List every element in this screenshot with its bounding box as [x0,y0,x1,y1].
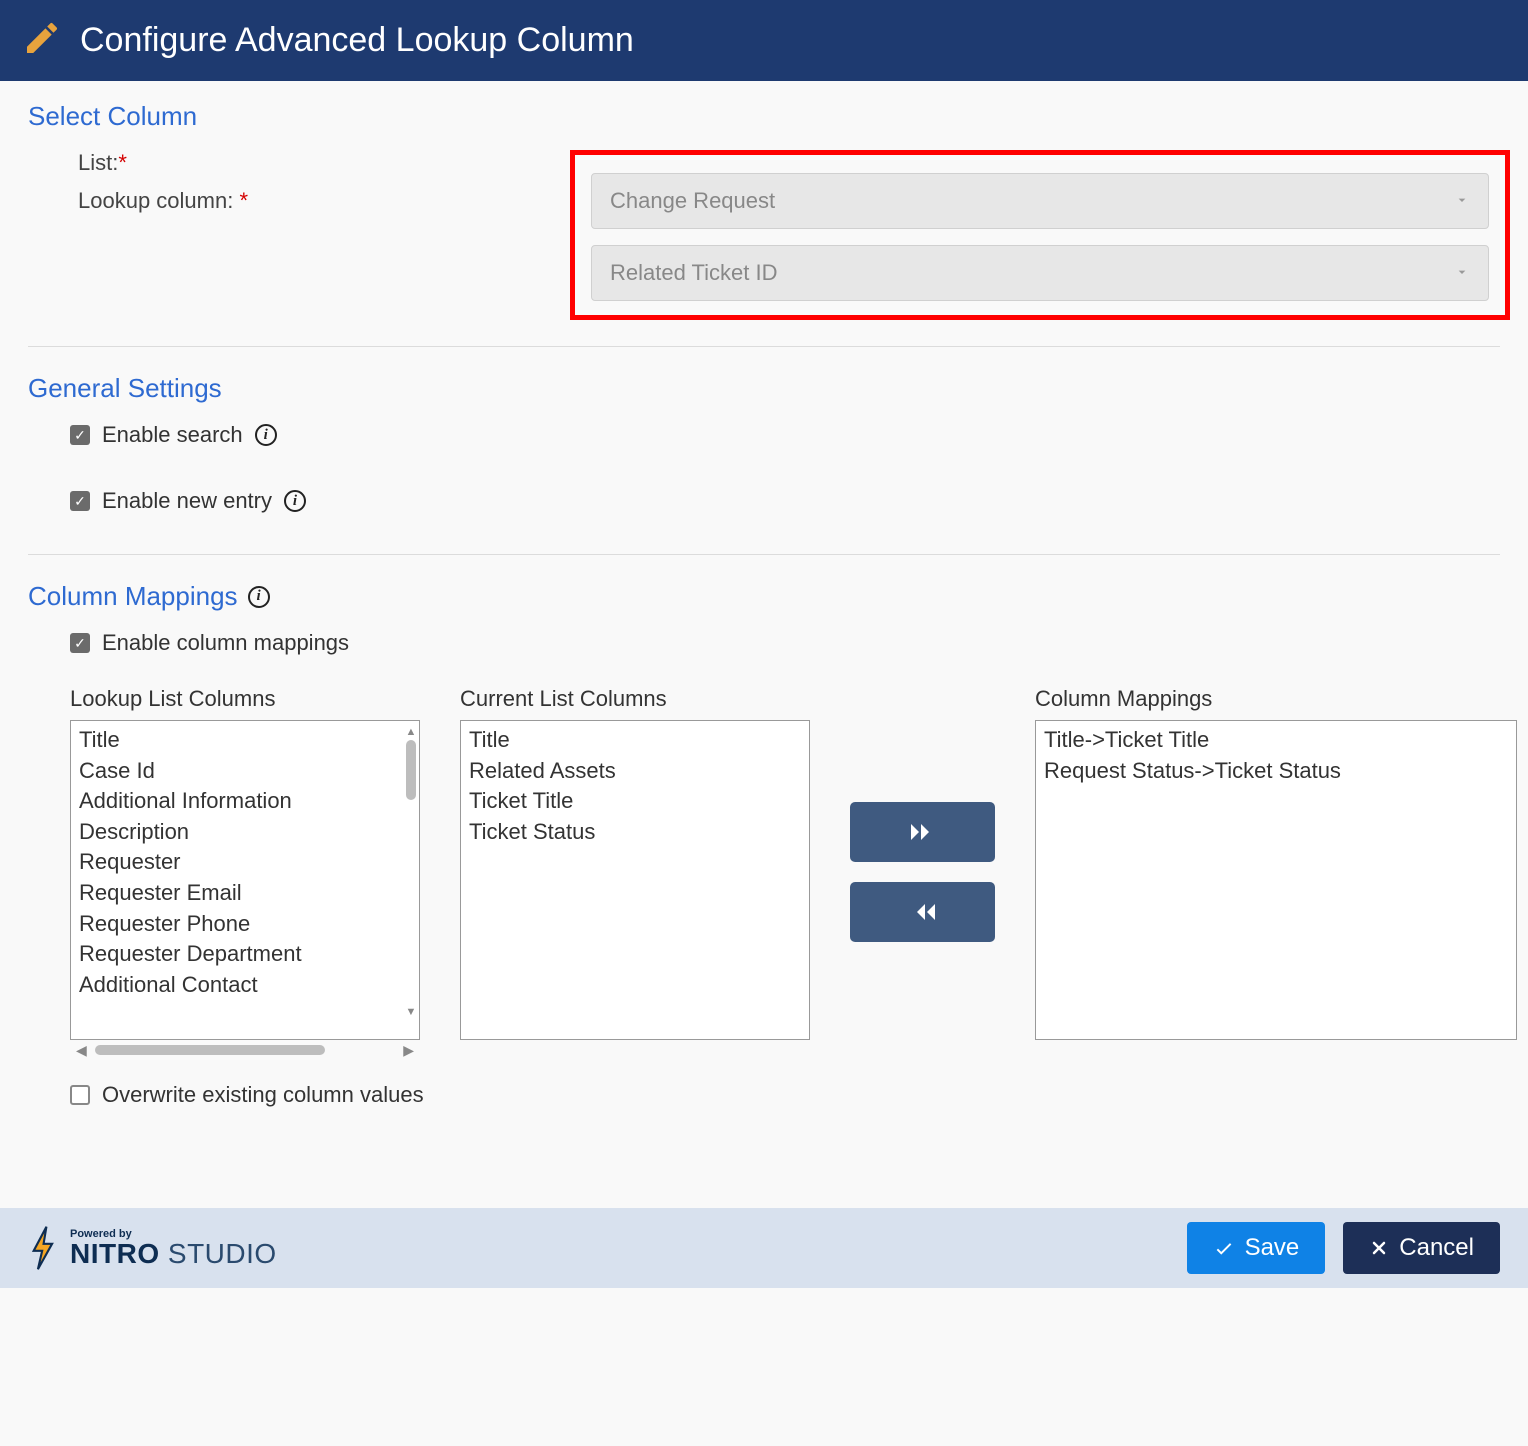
list-item[interactable]: Related Assets [467,756,803,787]
list-item[interactable]: Requester Department [77,939,413,970]
dialog-header: Configure Advanced Lookup Column [0,0,1528,81]
mappings-col-label: Column Mappings [1035,686,1517,712]
pencil-icon [22,18,62,63]
add-mapping-button[interactable] [850,802,995,862]
enable-new-entry-label: Enable new entry [102,488,272,514]
list-item[interactable]: Additional Contact [77,970,413,1001]
enable-search-row[interactable]: ✓ Enable search i [28,422,1500,448]
lookup-list-columns[interactable]: TitleCase IdAdditional InformationDescri… [70,720,420,1040]
current-list-columns[interactable]: TitleRelated AssetsTicket TitleTicket St… [460,720,810,1040]
lookup-column-label: Lookup column: * [28,188,578,214]
enable-mappings-label: Enable column mappings [102,630,349,656]
list-select-value: Change Request [610,188,775,214]
list-label: List:* [28,150,578,176]
divider [28,554,1500,555]
backward-icon [909,902,937,922]
list-item[interactable]: Title [77,725,413,756]
chevron-down-icon [1454,260,1470,286]
dialog-footer: Powered by NITRO STUDIO Save Cancel [0,1208,1528,1288]
current-cols-label: Current List Columns [460,686,810,712]
divider [28,346,1500,347]
lookup-cols-label: Lookup List Columns [70,686,420,712]
section-select-column-title: Select Column [28,101,197,132]
column-mappings-list[interactable]: Title->Ticket TitleRequest Status->Ticke… [1035,720,1517,1040]
list-item[interactable]: Ticket Title [467,786,803,817]
chevron-down-icon [1454,188,1470,214]
forward-icon [909,822,937,842]
brand-text: NITRO STUDIO [70,1240,277,1268]
dialog-title: Configure Advanced Lookup Column [80,21,634,60]
info-icon[interactable]: i [284,490,306,512]
info-icon[interactable]: i [255,424,277,446]
list-item[interactable]: Requester Email [77,878,413,909]
cancel-button[interactable]: Cancel [1343,1222,1500,1274]
enable-search-checkbox[interactable]: ✓ [70,425,90,445]
remove-mapping-button[interactable] [850,882,995,942]
overwrite-label: Overwrite existing column values [102,1082,424,1108]
list-item[interactable]: Requester [77,847,413,878]
info-icon[interactable]: i [248,586,270,608]
list-item[interactable]: Title->Ticket Title [1042,725,1510,756]
enable-mappings-row[interactable]: ✓ Enable column mappings [28,630,1500,656]
section-general-title: General Settings [28,373,222,404]
overwrite-checkbox[interactable] [70,1085,90,1105]
enable-new-entry-checkbox[interactable]: ✓ [70,491,90,511]
check-icon [1213,1237,1235,1259]
scrollbar-vertical[interactable]: ▲ ▼ [404,726,418,1018]
list-item[interactable]: Additional Information [77,786,413,817]
lookup-select-value: Related Ticket ID [610,260,778,286]
bolt-icon [28,1226,62,1270]
list-item[interactable]: Title [467,725,803,756]
enable-new-entry-row[interactable]: ✓ Enable new entry i [28,488,1500,514]
list-item[interactable]: Requester Phone [77,909,413,940]
list-item[interactable]: Request Status->Ticket Status [1042,756,1510,787]
enable-mappings-checkbox[interactable]: ✓ [70,633,90,653]
section-mappings-title: Column Mappings i [28,581,270,612]
highlighted-dropdowns: Change Request Related Ticket ID [570,150,1510,320]
overwrite-row[interactable]: Overwrite existing column values [28,1082,1500,1108]
lookup-select[interactable]: Related Ticket ID [591,245,1489,301]
save-button[interactable]: Save [1187,1222,1326,1274]
enable-search-label: Enable search [102,422,243,448]
select-column-group: List:* Lookup column: * Change Request R… [28,150,1500,320]
nitro-logo: Powered by NITRO STUDIO [28,1226,277,1270]
close-icon [1369,1238,1389,1258]
scrollbar-horizontal[interactable]: ◀ ▶ [70,1042,420,1058]
list-select[interactable]: Change Request [591,173,1489,229]
list-item[interactable]: Case Id [77,756,413,787]
list-item[interactable]: Description [77,817,413,848]
list-item[interactable]: Ticket Status [467,817,803,848]
mapping-area: Lookup List Columns TitleCase IdAddition… [28,686,1500,1058]
